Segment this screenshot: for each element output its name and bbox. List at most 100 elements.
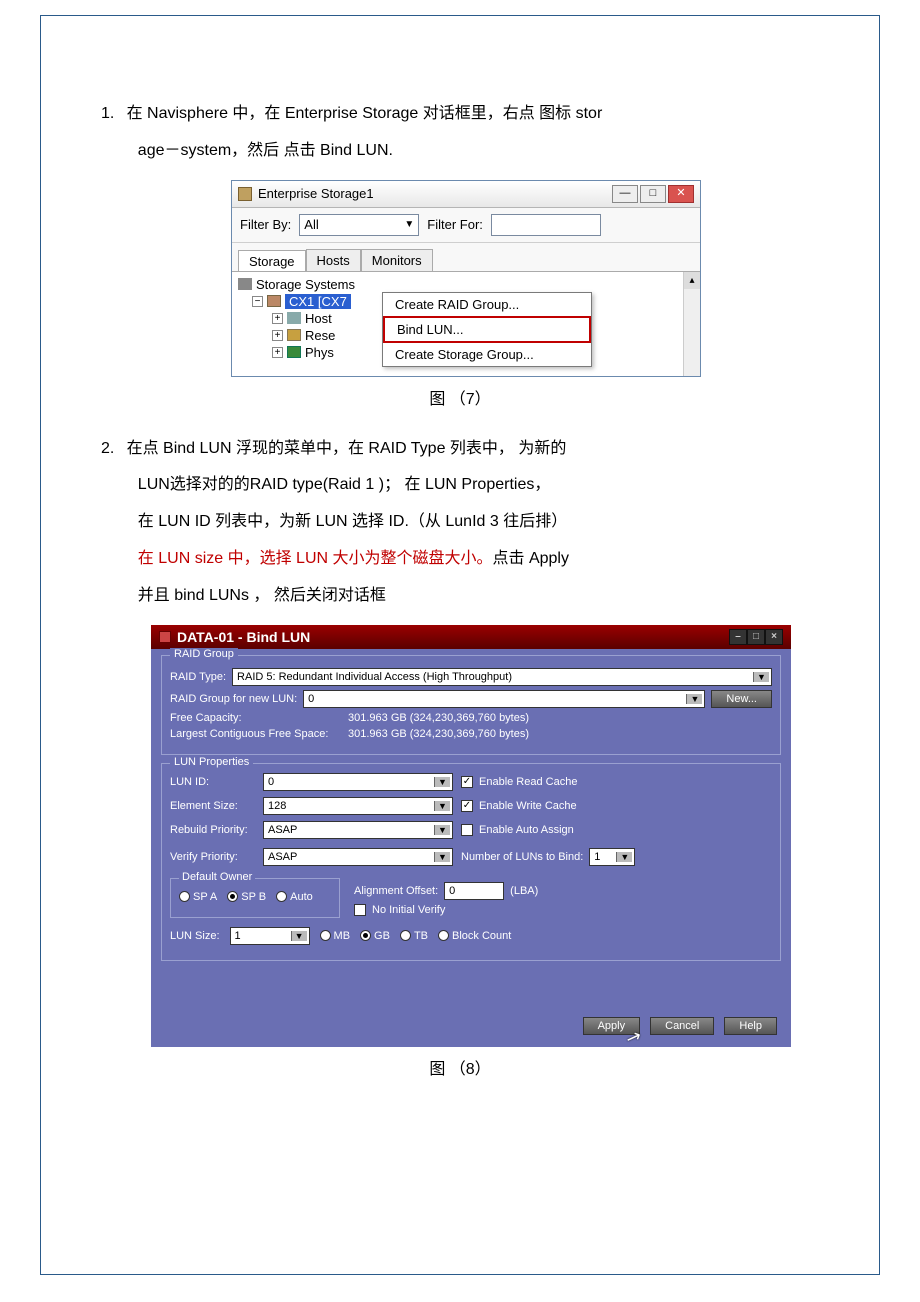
tree-root[interactable]: Storage Systems xyxy=(238,276,694,293)
menu-create-storage-group[interactable]: Create Storage Group... xyxy=(383,343,591,366)
page-frame: 1.在 Navisphere 中，在 Enterprise Storage 对话… xyxy=(40,15,880,1275)
owner-auto-radio[interactable] xyxy=(276,891,287,902)
alignment-offset-value: 0 xyxy=(449,885,455,897)
default-owner-group: Default Owner SP A SP B Auto xyxy=(170,878,340,918)
step-2-line-4-tail: 点击 Apply xyxy=(493,550,569,567)
element-size-select[interactable]: 128▼ xyxy=(263,797,453,815)
unit-block-count-radio[interactable] xyxy=(438,930,449,941)
enable-read-cache-label: Enable Read Cache xyxy=(479,776,577,788)
enable-auto-assign-checkbox[interactable] xyxy=(461,824,473,836)
app-icon xyxy=(238,187,252,201)
es-titlebar: Enterprise Storage1 — □ ✕ xyxy=(232,181,700,208)
tree-phys-label: Phys xyxy=(305,345,334,360)
unit-mb-radio[interactable] xyxy=(320,930,331,941)
lun-size-select[interactable]: 1▼ xyxy=(230,927,310,945)
new-raid-group-button[interactable]: New... xyxy=(711,690,772,708)
enterprise-storage-window: Enterprise Storage1 — □ ✕ Filter By: All… xyxy=(231,180,701,377)
largest-contig-label: Largest Contiguous Free Space: xyxy=(170,728,342,740)
num-luns-label: Number of LUNs to Bind: xyxy=(461,851,583,863)
context-menu: Create RAID Group... Bind LUN... Create … xyxy=(382,292,592,367)
tab-strip: Storage Hosts Monitors xyxy=(232,243,700,271)
enable-auto-assign-label: Enable Auto Assign xyxy=(479,824,574,836)
bind-lun-title: DATA-01 - Bind LUN xyxy=(177,629,729,645)
raid-type-value: RAID 5: Redundant Individual Access (Hig… xyxy=(237,671,512,683)
enable-write-cache-checkbox[interactable]: ✓ xyxy=(461,800,473,812)
filter-for-input[interactable] xyxy=(491,214,601,236)
chevron-down-icon: ▼ xyxy=(434,825,450,835)
step-1-line-a: 在 Navisphere 中，在 Enterprise Storage 对话框里… xyxy=(127,105,603,122)
minimize-button[interactable]: — xyxy=(612,185,638,203)
collapse-icon[interactable]: − xyxy=(252,296,263,307)
owner-auto-label: Auto xyxy=(290,891,313,903)
unit-gb-label: GB xyxy=(374,930,390,942)
tree-rese-label: Rese xyxy=(305,328,335,343)
expand-icon[interactable]: + xyxy=(272,347,283,358)
bind-lun-titlebar: DATA-01 - Bind LUN – □ × xyxy=(151,625,791,649)
tree-host-label: Host xyxy=(305,311,332,326)
expand-icon[interactable]: + xyxy=(272,330,283,341)
raid-group-new-label: RAID Group for new LUN: xyxy=(170,693,297,705)
help-button[interactable]: Help xyxy=(724,1017,777,1035)
raid-type-select[interactable]: RAID 5: Redundant Individual Access (Hig… xyxy=(232,668,772,686)
enable-write-cache-label: Enable Write Cache xyxy=(479,800,577,812)
step-2-number: 2. xyxy=(101,431,127,468)
num-luns-value: 1 xyxy=(594,851,600,863)
chevron-down-icon: ▼ xyxy=(291,931,307,941)
unit-tb-radio[interactable] xyxy=(400,930,411,941)
filter-for-label: Filter For: xyxy=(427,217,483,232)
lun-id-select[interactable]: 0▼ xyxy=(263,773,453,791)
rebuild-priority-label: Rebuild Priority: xyxy=(170,824,255,836)
lun-properties-legend: LUN Properties xyxy=(170,756,253,768)
menu-create-raid-group[interactable]: Create RAID Group... xyxy=(383,293,591,316)
cancel-button[interactable]: Cancel xyxy=(650,1017,714,1035)
raid-group-select[interactable]: 0 ▼ xyxy=(303,690,705,708)
tab-storage[interactable]: Storage xyxy=(238,250,306,272)
close-button[interactable]: ✕ xyxy=(668,185,694,203)
scroll-up-button[interactable]: ▴ xyxy=(684,272,700,289)
tab-monitors[interactable]: Monitors xyxy=(361,249,433,271)
alignment-offset-input[interactable]: 0 xyxy=(444,882,504,900)
expand-icon[interactable]: + xyxy=(272,313,283,324)
step-2-line-4: 在 LUN size 中，选择 LUN 大小为整个磁盘大小。点击 Apply xyxy=(138,541,819,578)
rebuild-priority-select[interactable]: ASAP▼ xyxy=(263,821,453,839)
chevron-down-icon: ▼ xyxy=(686,694,702,704)
num-luns-select[interactable]: 1▼ xyxy=(589,848,635,866)
window-buttons: — □ ✕ xyxy=(612,185,694,203)
reserved-icon xyxy=(287,329,301,341)
enable-read-cache-checkbox[interactable]: ✓ xyxy=(461,776,473,788)
chevron-down-icon: ▼ xyxy=(404,219,414,230)
owner-spb-radio[interactable] xyxy=(227,891,238,902)
minimize-button[interactable]: – xyxy=(729,629,747,645)
chevron-down-icon: ▼ xyxy=(753,672,769,682)
lun-id-value: 0 xyxy=(268,776,274,788)
raid-group-section: RAID Group RAID Type: RAID 5: Redundant … xyxy=(161,655,781,755)
tab-hosts[interactable]: Hosts xyxy=(306,249,361,271)
unit-tb-label: TB xyxy=(414,930,428,942)
close-button[interactable]: × xyxy=(765,629,783,645)
array-icon xyxy=(267,295,281,307)
tree-scrollbar[interactable]: ▴ xyxy=(683,272,700,376)
figure-7-caption: 图 （7） xyxy=(101,385,819,409)
apply-button[interactable]: Apply xyxy=(583,1017,641,1035)
bind-lun-body: RAID Group RAID Type: RAID 5: Redundant … xyxy=(151,649,791,1047)
chevron-down-icon: ▼ xyxy=(434,852,450,862)
step-2: 2.在点 Bind LUN 浮现的菜单中，在 RAID Type 列表中， 为新… xyxy=(101,431,819,615)
host-icon xyxy=(287,312,301,324)
free-capacity-value: 301.963 GB (324,230,369,760 bytes) xyxy=(348,712,529,724)
filter-by-select[interactable]: All ▼ xyxy=(299,214,419,236)
step-1-line-b: age－system，然后 点击 Bind LUN. xyxy=(138,142,393,159)
no-initial-verify-checkbox[interactable] xyxy=(354,904,366,916)
no-initial-verify-label: No Initial Verify xyxy=(372,904,445,916)
owner-spa-radio[interactable] xyxy=(179,891,190,902)
unit-block-count-label: Block Count xyxy=(452,930,511,942)
verify-priority-select[interactable]: ASAP▼ xyxy=(263,848,453,866)
maximize-button[interactable]: □ xyxy=(640,185,666,203)
menu-bind-lun[interactable]: Bind LUN... xyxy=(383,316,591,343)
bind-lun-dialog: DATA-01 - Bind LUN – □ × RAID Group RAID… xyxy=(151,625,791,1047)
element-size-value: 128 xyxy=(268,800,286,812)
unit-gb-radio[interactable] xyxy=(360,930,371,941)
chevron-down-icon: ▼ xyxy=(616,852,632,862)
storage-systems-icon xyxy=(238,278,252,290)
maximize-button[interactable]: □ xyxy=(747,629,765,645)
raid-group-legend: RAID Group xyxy=(170,648,238,660)
